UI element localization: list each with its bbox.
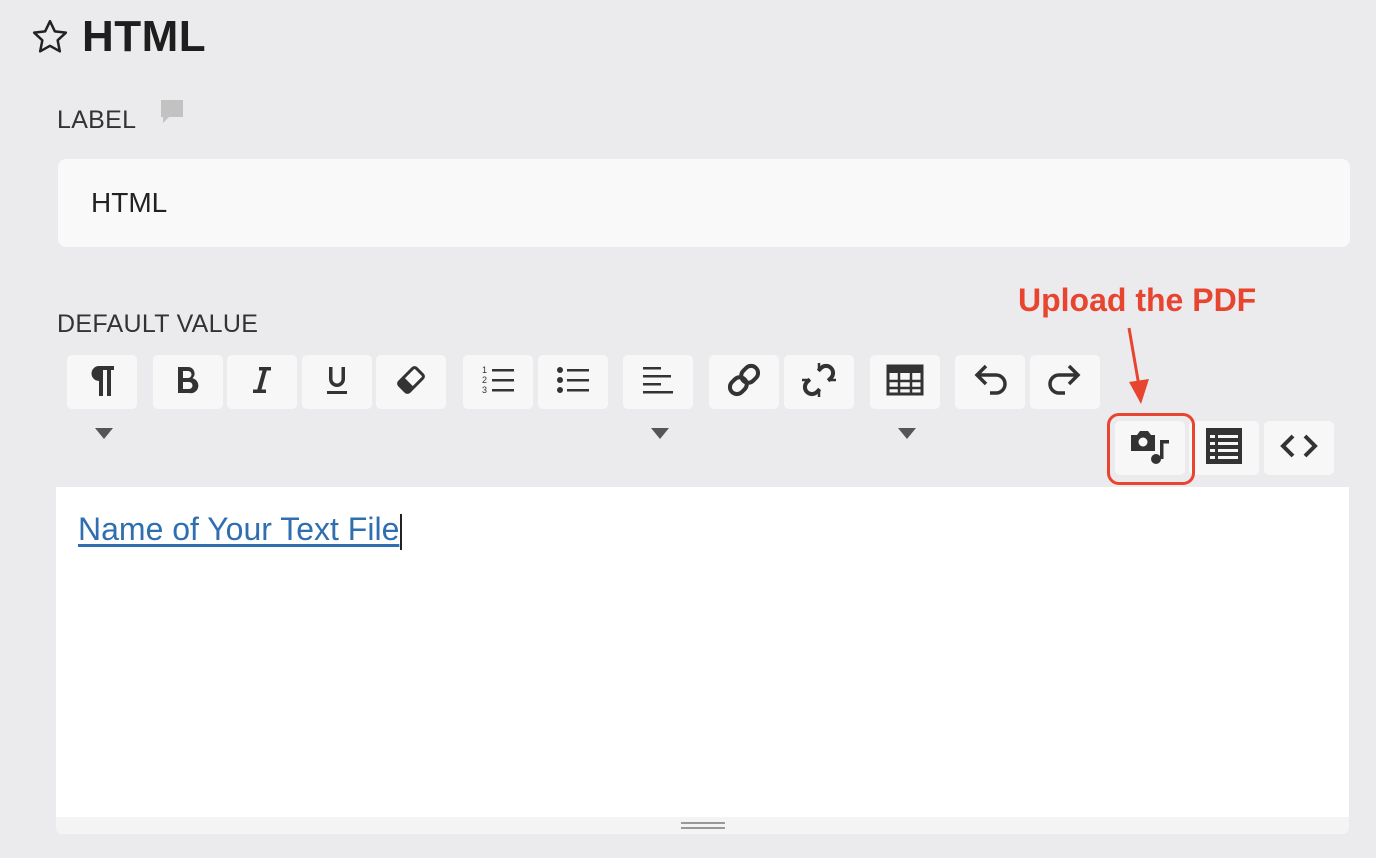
- label-field-label: LABEL: [57, 106, 137, 134]
- resize-handle-icon[interactable]: [681, 822, 725, 829]
- undo-button[interactable]: [955, 355, 1025, 409]
- unordered-list-button[interactable]: [538, 355, 608, 409]
- pilcrow-icon: [86, 362, 118, 403]
- label-input[interactable]: HTML: [58, 159, 1350, 247]
- star-outline-icon[interactable]: [30, 17, 70, 57]
- table-button[interactable]: [870, 355, 940, 409]
- italic-button[interactable]: [227, 355, 297, 409]
- ordered-list-button[interactable]: 1 2 3: [463, 355, 533, 409]
- label-field-row: LABEL: [57, 100, 184, 135]
- source-code-button[interactable]: [1264, 421, 1334, 475]
- unordered-list-icon: [556, 364, 590, 401]
- paragraph-dropdown-icon[interactable]: [95, 428, 113, 439]
- clear-formatting-button[interactable]: [376, 355, 446, 409]
- default-value-label: DEFAULT VALUE: [57, 310, 259, 338]
- editor-link-text: Name of Your Text File: [78, 511, 400, 547]
- eraser-icon: [395, 364, 427, 401]
- code-icon: [1279, 431, 1319, 466]
- page-title: HTML: [82, 12, 207, 61]
- svg-text:1: 1: [482, 365, 487, 375]
- unlink-icon: [799, 360, 839, 405]
- bold-icon: [175, 365, 201, 400]
- link-icon: [724, 360, 764, 405]
- insert-link-button[interactable]: [709, 355, 779, 409]
- underline-button[interactable]: [302, 355, 372, 409]
- align-left-icon: [641, 364, 675, 401]
- list-icon: [1204, 426, 1244, 471]
- redo-icon: [1045, 362, 1085, 403]
- svg-text:2: 2: [482, 375, 487, 385]
- paragraph-format-button[interactable]: [67, 355, 137, 409]
- unlink-button[interactable]: [784, 355, 854, 409]
- annotation-highlight-box: [1107, 413, 1195, 485]
- undo-icon: [970, 362, 1010, 403]
- editor-link[interactable]: Name of Your Text File: [78, 511, 403, 550]
- ordered-list-icon: 1 2 3: [481, 364, 515, 401]
- text-cursor: [400, 513, 403, 550]
- bold-button[interactable]: [153, 355, 223, 409]
- align-dropdown-icon[interactable]: [651, 428, 669, 439]
- align-button[interactable]: [623, 355, 693, 409]
- redo-button[interactable]: [1030, 355, 1100, 409]
- template-button[interactable]: [1189, 421, 1259, 475]
- comment-icon[interactable]: [160, 99, 184, 130]
- table-dropdown-icon[interactable]: [898, 428, 916, 439]
- italic-icon: [249, 365, 275, 400]
- underline-icon: [324, 365, 350, 400]
- annotation-arrow-icon: [1127, 327, 1149, 404]
- editor-content-area[interactable]: Name of Your Text File: [56, 487, 1349, 817]
- editor-statusbar: [56, 817, 1349, 834]
- annotation-text: Upload the PDF: [1018, 282, 1257, 318]
- svg-text:3: 3: [482, 385, 487, 395]
- table-icon: [886, 364, 924, 401]
- page-header: HTML: [30, 12, 206, 62]
